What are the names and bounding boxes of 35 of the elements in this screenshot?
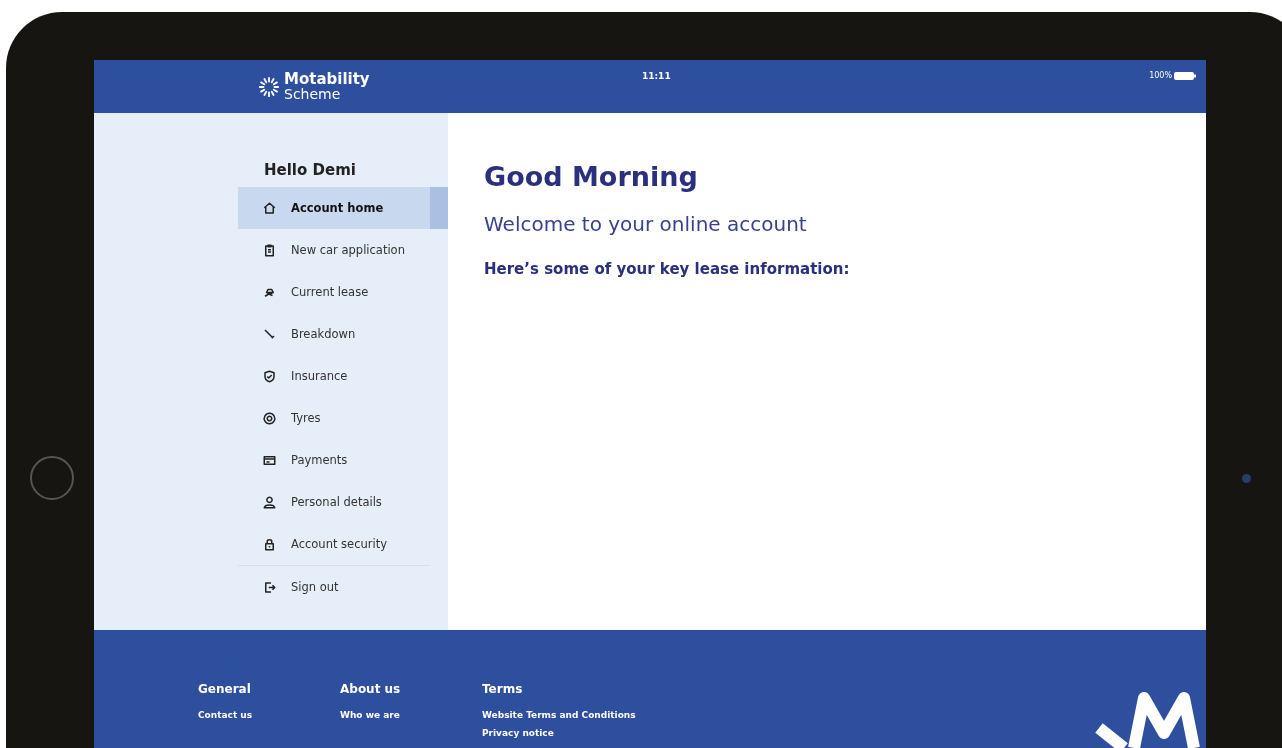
house-icon xyxy=(262,200,277,216)
greeting: Hello Demi xyxy=(264,161,357,179)
sign-out-icon xyxy=(262,579,277,595)
nav-item[interactable]: Account security xyxy=(238,523,430,565)
footer-heading: Terms xyxy=(482,682,524,696)
battery-percent: 100% xyxy=(1149,71,1172,80)
nav-item[interactable]: Tyres xyxy=(238,397,430,439)
sign-out-link[interactable]: Sign out xyxy=(238,565,430,608)
sunburst-logo-icon xyxy=(258,75,280,98)
logo-text: Scheme xyxy=(284,86,341,102)
footer-heading: General xyxy=(198,682,252,696)
lease-info-heading: Here’s some of your key lease information: xyxy=(484,260,851,278)
logo-text: Motability xyxy=(284,71,370,87)
nav-item[interactable]: Payments xyxy=(238,439,430,481)
page-title: Good Morning xyxy=(484,161,699,192)
footer-link[interactable]: Privacy notice xyxy=(482,728,782,738)
footer-link[interactable]: Contact us xyxy=(198,710,340,720)
footer-link[interactable]: Who we are xyxy=(340,710,482,720)
padlock-icon xyxy=(262,536,277,552)
nav-item[interactable]: Breakdown xyxy=(238,313,430,355)
camera-icon xyxy=(1242,474,1251,483)
welcome-text: Welcome to your online account xyxy=(484,212,808,236)
status-time: 11:11 xyxy=(642,70,672,81)
nav-item[interactable]: Account home xyxy=(238,187,448,229)
battery-icon xyxy=(1174,71,1196,80)
nav-item[interactable]: Personal details xyxy=(238,481,430,523)
clipboard-icon xyxy=(262,242,277,258)
person-icon xyxy=(262,494,277,510)
footer-link[interactable]: Website Terms and Conditions xyxy=(482,710,782,720)
shield-icon xyxy=(262,368,277,384)
nav-item[interactable]: Current lease xyxy=(238,271,430,313)
nav-item[interactable]: New car application xyxy=(238,229,430,271)
nav-item[interactable]: Insurance xyxy=(238,355,430,397)
tyre-icon xyxy=(262,410,277,426)
footer-heading: About us xyxy=(340,682,402,696)
